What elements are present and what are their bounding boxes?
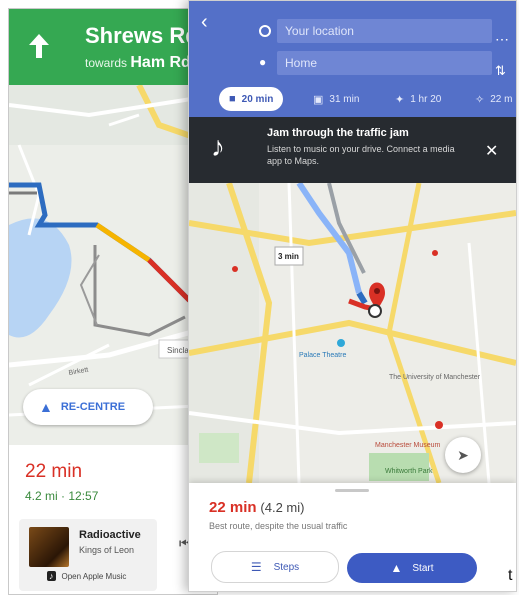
towards-line: towards Ham Rd xyxy=(85,54,191,72)
directions-header: ‹ Your location ● Home ⋯ ⇅ xyxy=(189,1,516,81)
towards-prefix: towards xyxy=(85,56,128,70)
tab-drive[interactable]: ■ 20 min xyxy=(219,87,284,111)
apple-music-icon: ♪ xyxy=(47,571,56,581)
map-label-museum: Manchester Museum xyxy=(375,442,441,449)
destination-pin-icon: ● xyxy=(259,55,267,69)
open-apple-music-link[interactable]: ♪ Open Apple Music xyxy=(47,571,126,581)
travel-mode-tabs: ■ 20 min ▣ 31 min ✦ 1 hr 20 ✧ 22 m xyxy=(189,81,516,117)
album-art xyxy=(29,527,69,567)
list-icon: ☰ xyxy=(250,560,262,574)
tab-walk[interactable]: ✦ 1 hr 20 xyxy=(395,87,441,111)
map-label-university: The University of Manchester xyxy=(389,374,481,381)
walk-icon: ✦ xyxy=(395,93,405,106)
banner-title: Jam through the traffic jam xyxy=(267,127,409,139)
cycle-icon: ✧ xyxy=(475,93,485,106)
more-options-icon[interactable]: ⋯ xyxy=(495,31,509,48)
drag-handle[interactable] xyxy=(335,489,369,492)
current-street: Shrews Rd xyxy=(85,23,199,48)
eta-minutes: 22 min xyxy=(25,461,83,482)
route-note: Best route, despite the usual traffic xyxy=(209,521,348,531)
cropped-caption-text: t xyxy=(508,567,513,584)
tab-drive-label: 20 min xyxy=(241,93,274,105)
music-promo-banner[interactable]: ♪ Jam through the traffic jam Listen to … xyxy=(189,117,516,183)
back-arrow-icon[interactable]: ‹ xyxy=(201,11,208,34)
map-label-palace-theatre: Palace Theatre xyxy=(299,352,346,359)
tab-walk-label: 1 hr 20 xyxy=(410,93,442,105)
location-arrow-icon: ➤ xyxy=(457,446,469,463)
navigation-screen: Shrews Rd towards Ham Rd Sinclair Rd Bir… xyxy=(8,8,218,595)
song-title: Radioactive xyxy=(79,529,141,541)
re-centre-button[interactable]: ▲ RE-CENTRE xyxy=(23,389,153,425)
artist-name: Kings of Leon xyxy=(79,545,135,555)
banner-body: Listen to music on your drive. Connect a… xyxy=(267,144,455,166)
navigation-arrow-icon: ▲ xyxy=(39,399,53,415)
route-duration-label: 3 min xyxy=(278,252,299,261)
start-label: Start xyxy=(412,562,434,574)
towards-road: Ham Rd xyxy=(130,54,191,71)
tab-transit[interactable]: ▣ 31 min xyxy=(313,87,359,111)
transit-icon: ▣ xyxy=(313,93,324,106)
tab-transit-label: 31 min xyxy=(329,93,360,105)
tab-cycle[interactable]: ✧ 22 m xyxy=(475,87,512,111)
destination-field[interactable]: Home xyxy=(277,51,492,75)
re-centre-label: RE-CENTRE xyxy=(60,401,126,413)
tab-cycle-label: 22 m xyxy=(490,93,513,105)
distance-and-arrival: 4.2 mi · 12:57 xyxy=(25,489,99,503)
navigation-arrow-icon: ▲ xyxy=(390,561,403,575)
open-apple-music-label: Open Apple Music xyxy=(61,571,127,581)
my-location-button[interactable]: ➤ xyxy=(445,437,481,473)
map-label-whitworth-park: Whitworth Park xyxy=(385,468,433,475)
steps-label: Steps xyxy=(273,561,300,573)
route-preview-screen: ‹ Your location ● Home ⋯ ⇅ ■ 20 min ▣ 31… xyxy=(188,0,517,592)
swap-icon[interactable]: ⇅ xyxy=(495,63,506,79)
car-icon: ■ xyxy=(229,93,236,105)
origin-dot-icon xyxy=(259,25,271,37)
start-button[interactable]: ▲ Start xyxy=(347,553,477,583)
media-card[interactable]: Radioactive Kings of Leon ♪ Open Apple M… xyxy=(19,519,157,591)
route-duration: 22 min xyxy=(209,499,257,516)
origin-field[interactable]: Your location xyxy=(277,19,492,43)
close-icon[interactable]: ✕ xyxy=(485,141,498,161)
straight-arrow-icon xyxy=(29,34,49,58)
route-summary-panel: 22 min (4.2 mi) Best route, despite the … xyxy=(189,483,516,591)
route-distance: (4.2 mi) xyxy=(260,500,305,515)
turn-instruction-header: Shrews Rd towards Ham Rd xyxy=(9,9,217,85)
trip-summary-panel: 22 min 4.2 mi · 12:57 Radioactive Kings … xyxy=(9,445,217,594)
music-note-icon: ♪ xyxy=(211,131,225,162)
steps-button[interactable]: ☰ Steps xyxy=(211,551,339,583)
route-time-line: 22 min (4.2 mi) xyxy=(209,499,304,516)
